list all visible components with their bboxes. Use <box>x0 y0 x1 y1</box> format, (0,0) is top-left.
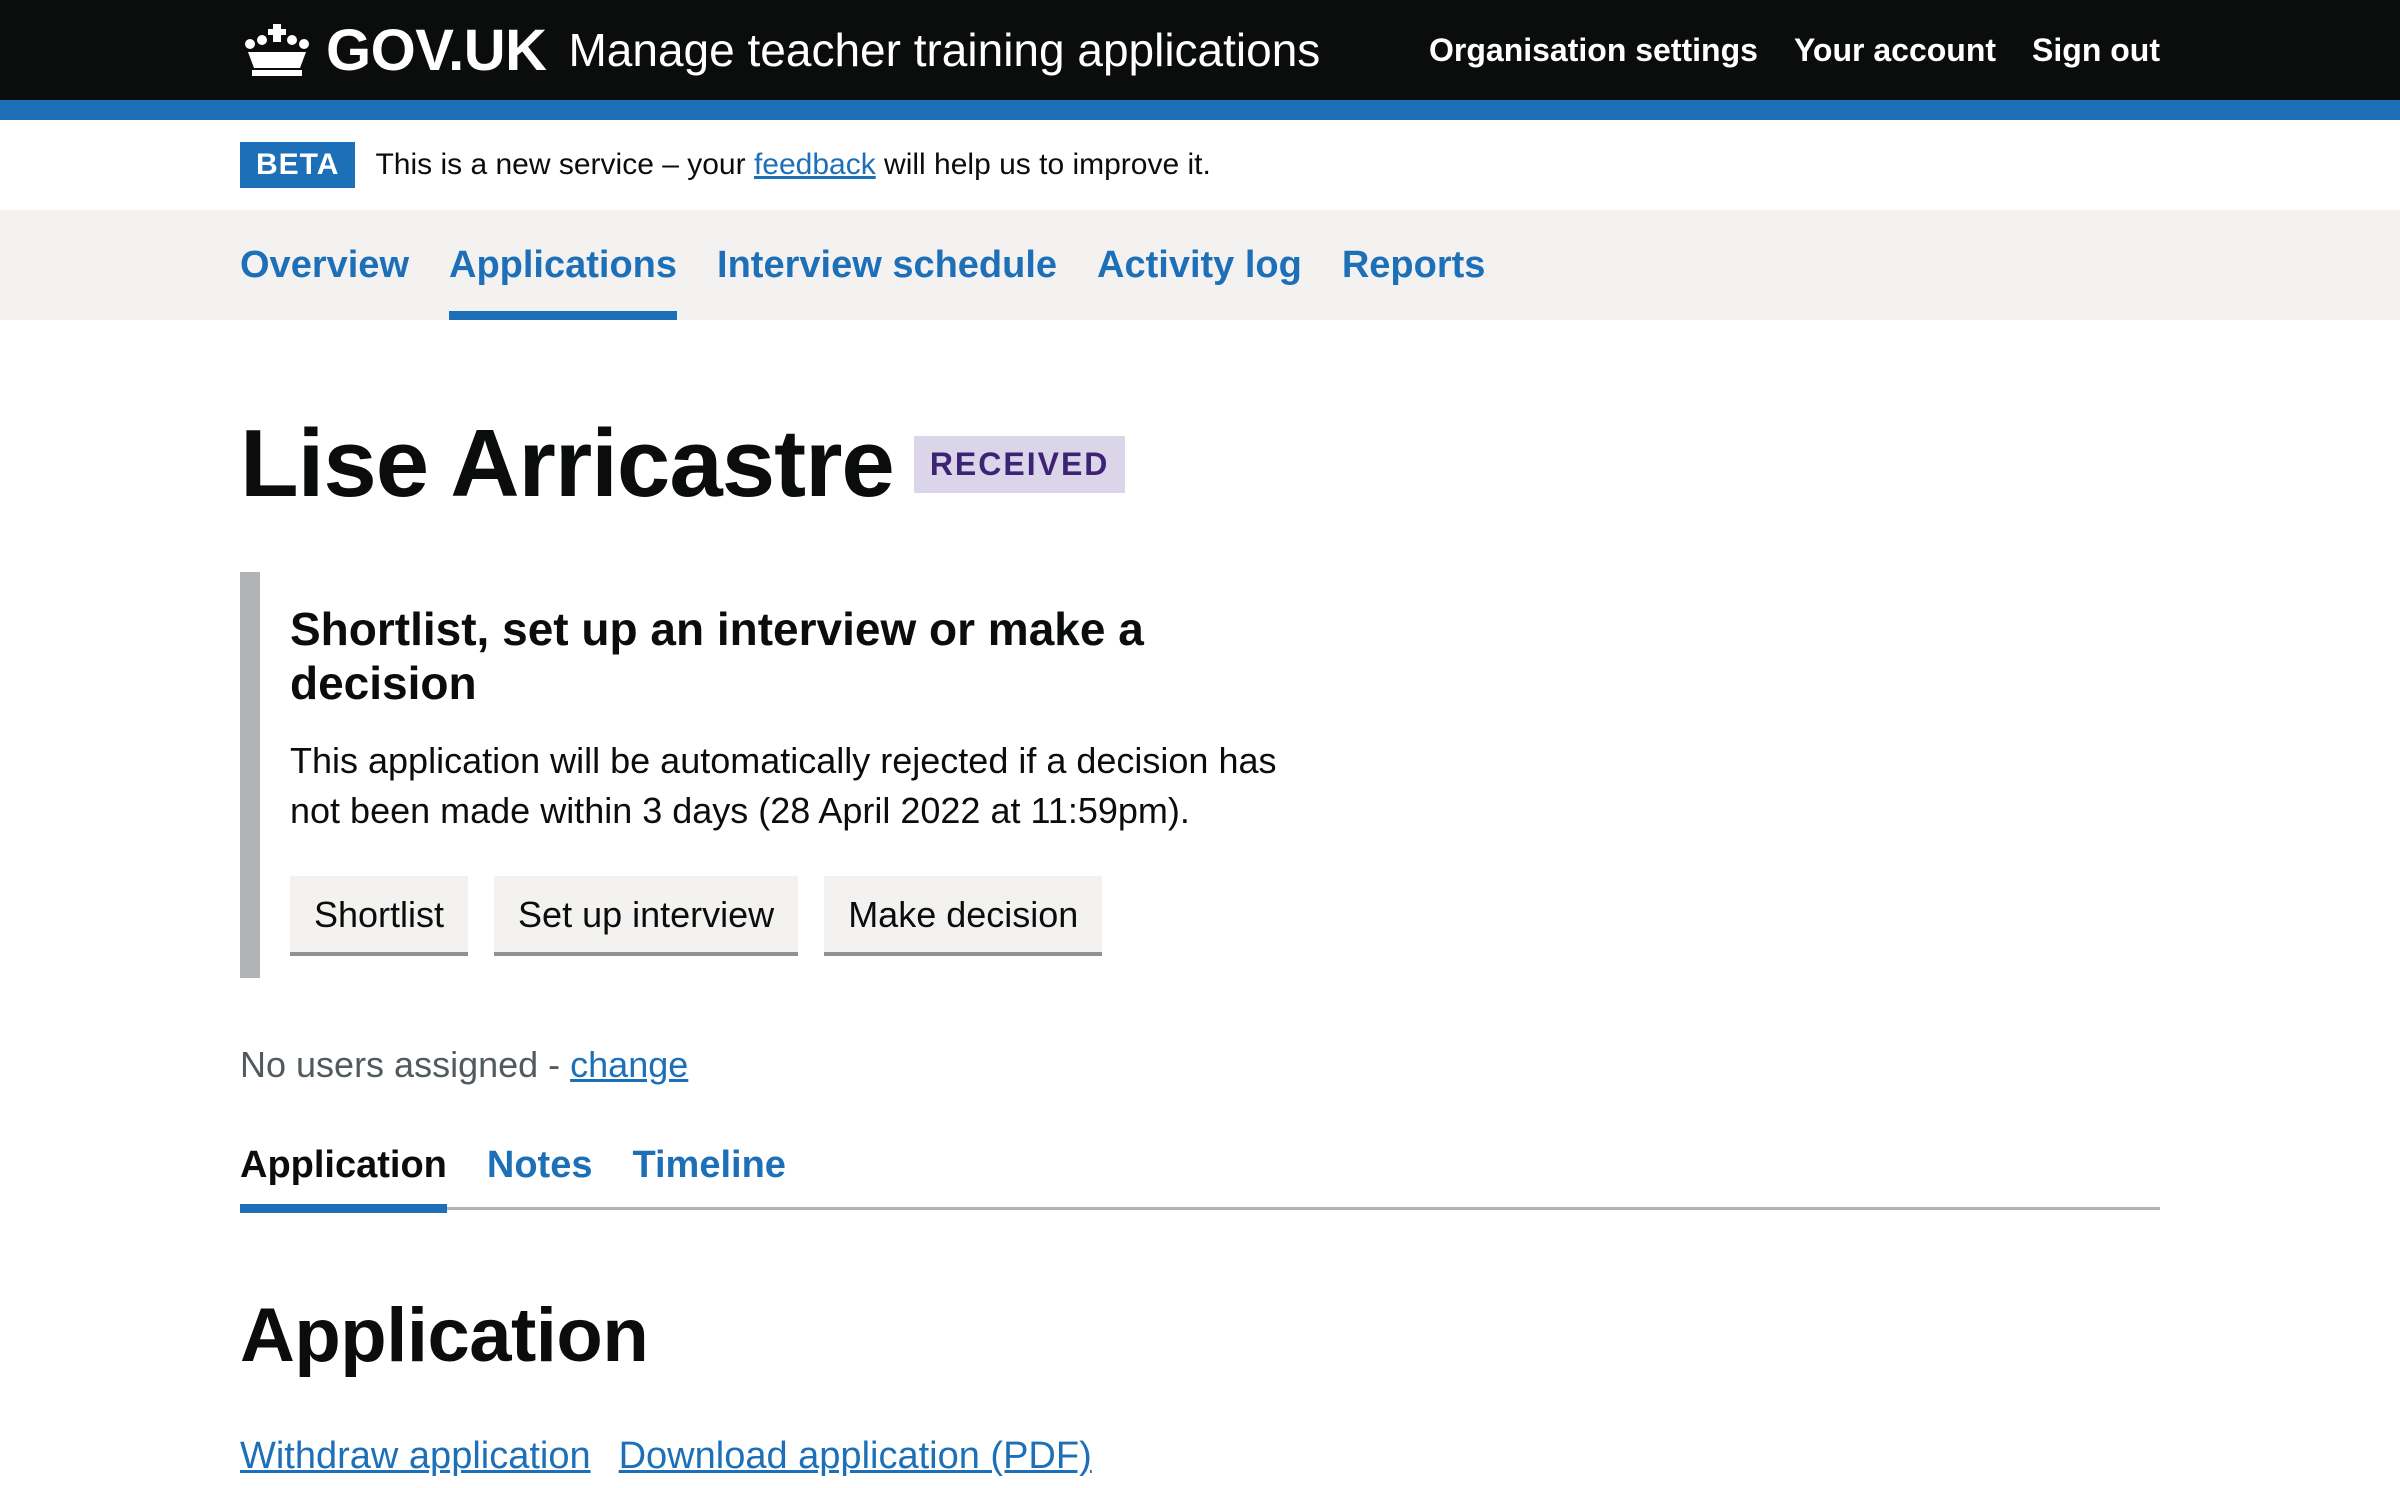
application-actions: Withdraw application Download applicatio… <box>240 1435 2160 1478</box>
section-title: Application <box>240 1293 649 1378</box>
nav-reports-link[interactable]: Reports <box>1342 244 1486 287</box>
nav-item-reports: Reports <box>1342 210 1486 320</box>
header-stripe <box>0 100 2400 120</box>
assigned-users: No users assigned - change <box>240 1044 2160 1086</box>
your-account-link[interactable]: Your account <box>1794 32 1996 69</box>
action-buttons: Shortlist Set up interview Make decision <box>290 876 1240 952</box>
service-name-link[interactable]: Manage teacher training applications <box>568 23 1320 77</box>
nav-item-activity-log: Activity log <box>1097 210 1302 320</box>
page-title: Lise Arricastre <box>240 410 895 517</box>
phase-banner: BETA This is a new service – your feedba… <box>0 120 2400 210</box>
sign-out-link[interactable]: Sign out <box>2032 32 2160 69</box>
set-up-interview-button[interactable]: Set up interview <box>494 876 799 952</box>
govuk-logo-link[interactable]: GOV.UK <box>240 17 568 84</box>
withdraw-application-link[interactable]: Withdraw application <box>240 1435 591 1478</box>
header-inner: GOV.UK Manage teacher training applicati… <box>240 0 2160 100</box>
phase-banner-text: This is a new service – your feedback wi… <box>375 148 1210 182</box>
nav-overview-link[interactable]: Overview <box>240 244 409 287</box>
nav-item-applications: Applications <box>449 210 678 320</box>
main-content: Lise Arricastre RECEIVED Shortlist, set … <box>240 320 2160 1478</box>
tab-application[interactable]: Application <box>240 1138 447 1213</box>
sub-navigation-tabs: Application Notes Timeline <box>240 1138 2160 1213</box>
page: GOV.UK Manage teacher training applicati… <box>0 0 2400 1488</box>
make-decision-button[interactable]: Make decision <box>824 876 1103 952</box>
decision-inset: Shortlist, set up an interview or make a… <box>240 572 1277 978</box>
site-header: GOV.UK Manage teacher training applicati… <box>0 0 2400 100</box>
primary-nav: Overview Applications Interview schedule… <box>0 210 2400 320</box>
crown-icon <box>245 24 309 76</box>
feedback-link[interactable]: feedback <box>754 148 876 181</box>
assigned-users-text: No users assigned - <box>240 1044 571 1085</box>
inset-body: This application will be automatically r… <box>290 740 1277 831</box>
beta-tag: BETA <box>240 142 356 188</box>
nav-item-overview: Overview <box>240 210 409 320</box>
nav-item-interview-schedule: Interview schedule <box>717 210 1057 320</box>
nav-activity-log-link[interactable]: Activity log <box>1097 244 1302 287</box>
header-nav: Organisation settings Your account Sign … <box>1429 32 2160 69</box>
tab-timeline[interactable]: Timeline <box>632 1138 785 1210</box>
nav-applications-link[interactable]: Applications <box>449 244 677 287</box>
download-application-pdf-link[interactable]: Download application (PDF) <box>619 1435 1092 1478</box>
change-assigned-users-link[interactable]: change <box>570 1044 688 1085</box>
tab-notes[interactable]: Notes <box>487 1138 593 1210</box>
phase-text-after: will help us to improve it. <box>875 148 1211 181</box>
title-row: Lise Arricastre RECEIVED <box>240 416 2160 512</box>
organisation-settings-link[interactable]: Organisation settings <box>1429 32 1758 69</box>
status-badge: RECEIVED <box>913 435 1126 493</box>
govuk-logo-text: GOV.UK <box>326 17 547 83</box>
shortlist-button[interactable]: Shortlist <box>290 876 469 952</box>
phase-text-before: This is a new service – your <box>375 148 754 181</box>
primary-nav-list: Overview Applications Interview schedule… <box>240 210 1485 320</box>
nav-interview-schedule-link[interactable]: Interview schedule <box>717 244 1057 287</box>
inset-heading: Shortlist, set up an interview or make a… <box>290 603 1144 709</box>
